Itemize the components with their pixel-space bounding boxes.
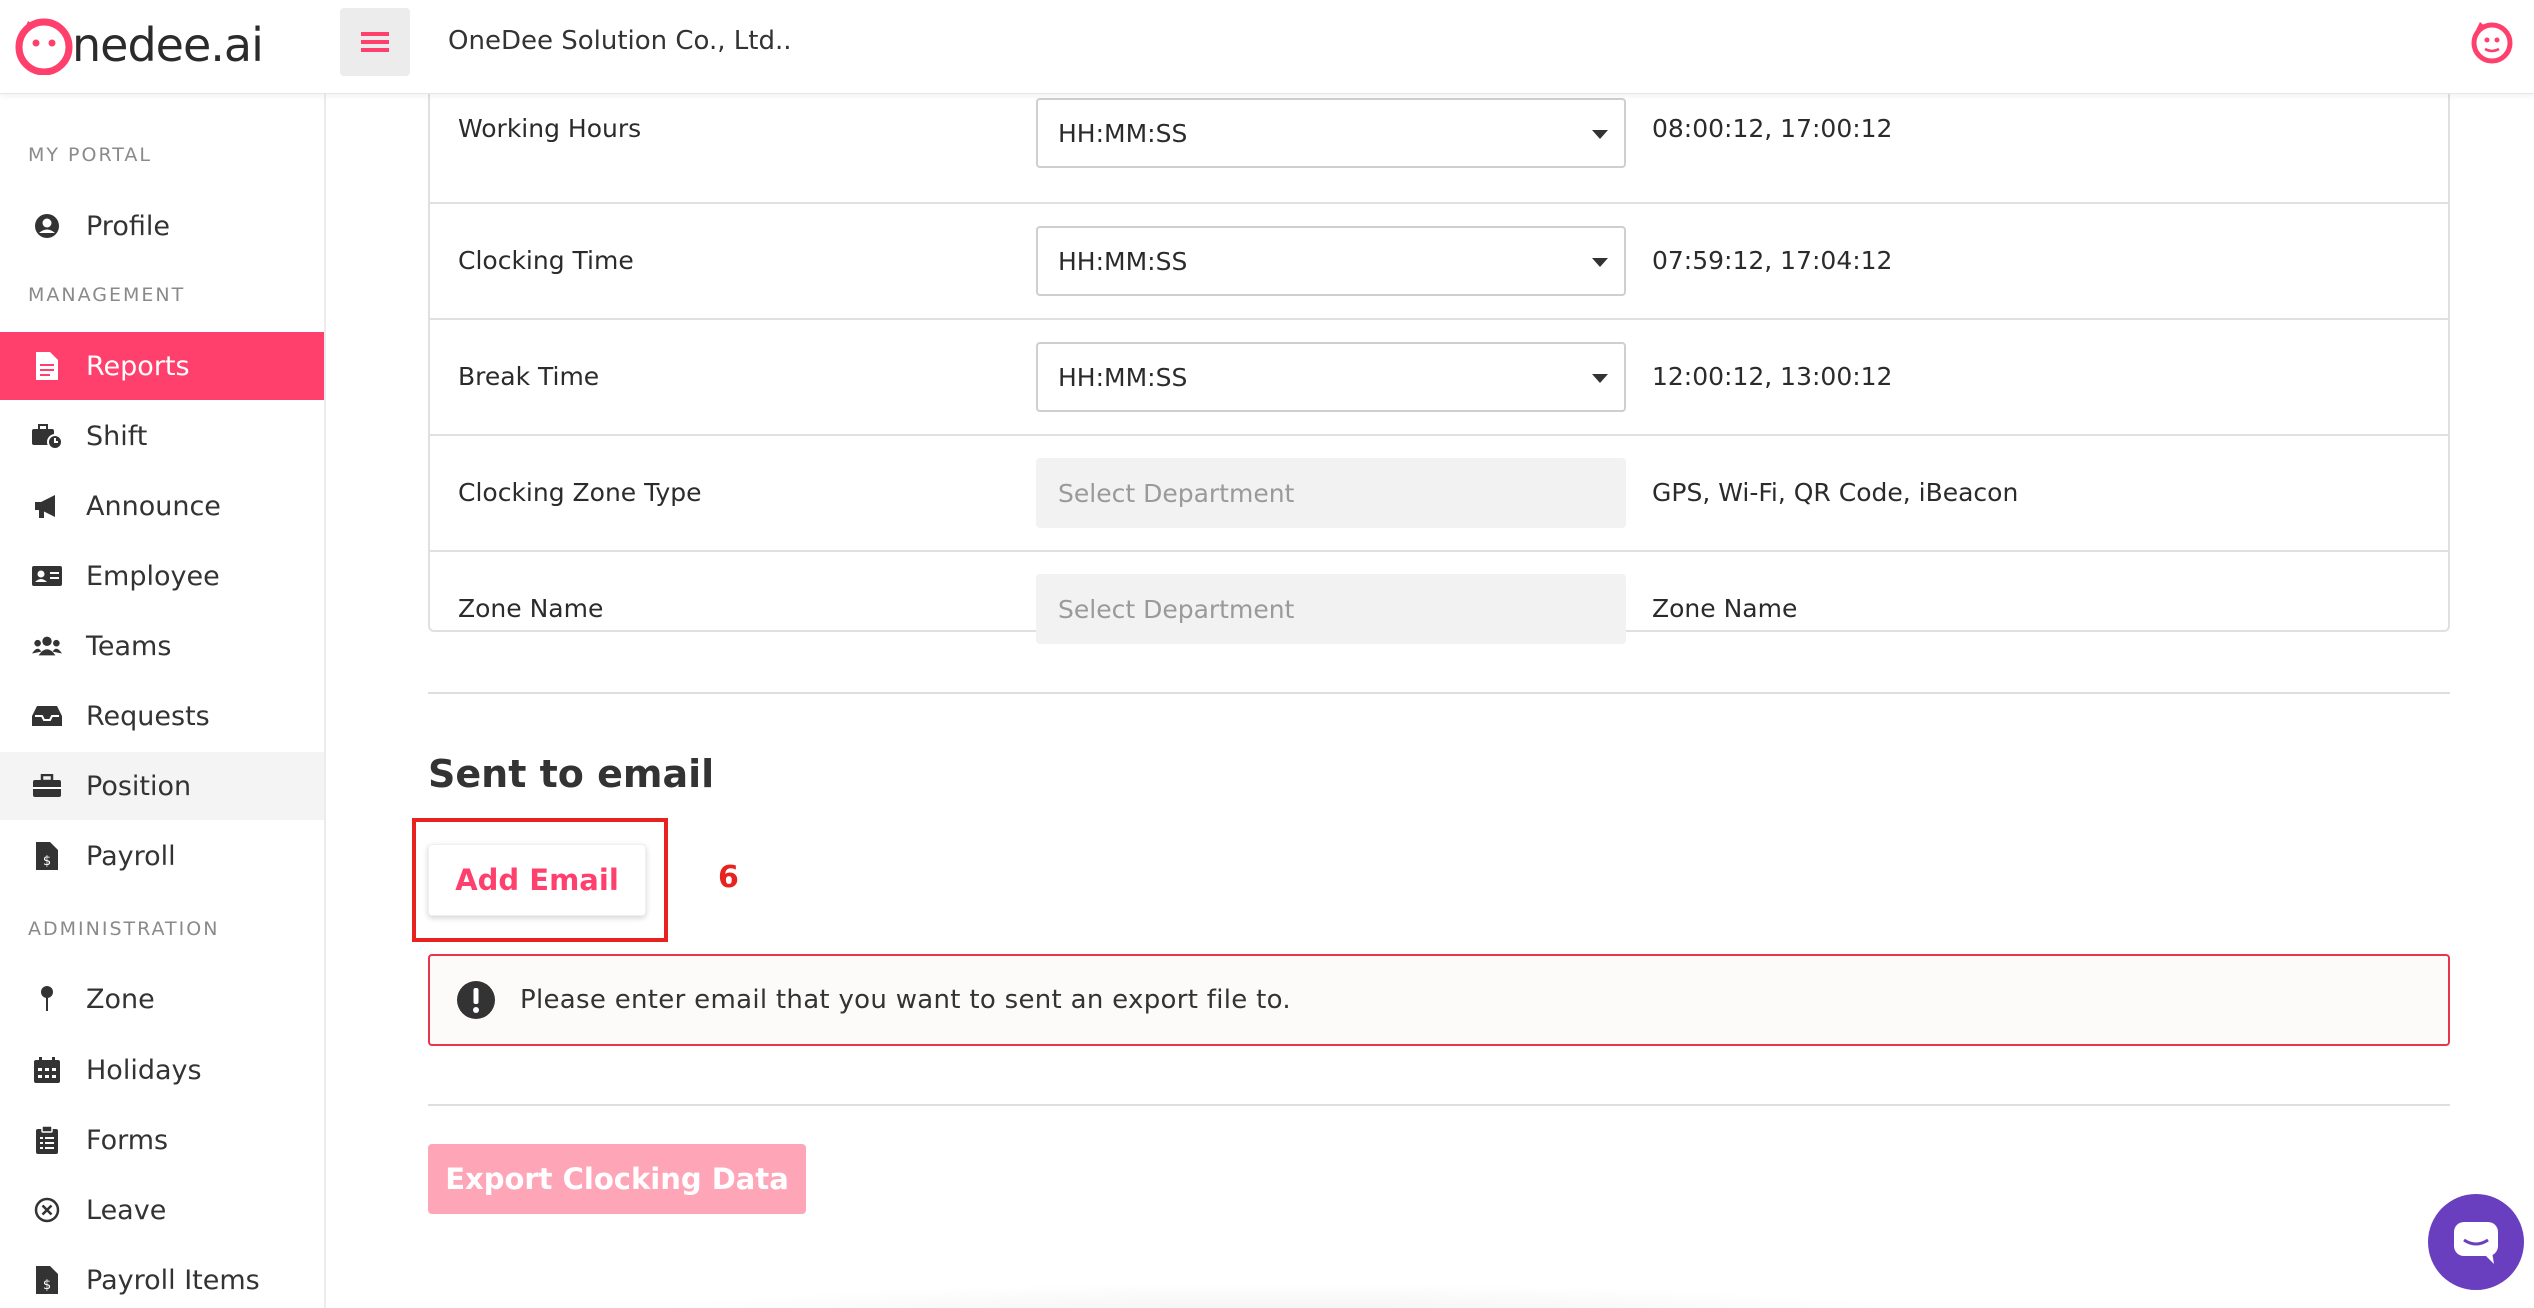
email-alert: Please enter email that you want to sent… <box>428 954 2450 1046</box>
alert-message: Please enter email that you want to sent… <box>520 985 1291 1015</box>
sidebar-item-requests[interactable]: Requests <box>0 682 324 750</box>
sidebar-item-label: Reports <box>86 350 190 382</box>
row-value: 12:00:12, 13:00:12 <box>1652 362 1893 391</box>
inbox-icon <box>32 701 62 731</box>
break-time-select[interactable]: HH:MM:SS <box>1036 342 1626 412</box>
users-icon <box>32 631 62 661</box>
working-hours-select[interactable]: HH:MM:SS <box>1036 98 1626 168</box>
sidebar-item-label: Payroll <box>86 840 176 872</box>
svg-text:$: $ <box>43 1278 51 1293</box>
sidebar-item-profile[interactable]: Profile <box>0 192 324 260</box>
table-row: Zone Name Select Department Zone Name <box>430 552 2448 644</box>
row-label: Zone Name <box>458 594 604 623</box>
svg-text:$: $ <box>43 854 51 869</box>
select-value: HH:MM:SS <box>1058 246 1188 276</box>
section-title-my-portal: MY PORTAL <box>28 144 152 166</box>
section-title-management: MANAGEMENT <box>28 284 186 306</box>
divider <box>428 1104 2450 1106</box>
select-placeholder: Select Department <box>1058 594 1295 624</box>
sidebar-item-label: Shift <box>86 420 148 452</box>
sidebar-item-position[interactable]: Position <box>0 752 324 820</box>
sidebar-item-holidays[interactable]: Holidays <box>0 1036 324 1104</box>
sidebar-item-label: Holidays <box>86 1054 202 1086</box>
top-bar: nedee.ai OneDee Solution Co., Ltd.. <box>0 0 2534 94</box>
bottom-shadow <box>588 1282 1968 1308</box>
logo-text: nedee.ai <box>72 18 264 72</box>
exclamation-circle-icon <box>457 981 495 1019</box>
select-value: HH:MM:SS <box>1058 362 1188 392</box>
step-marker: 6 <box>718 860 739 895</box>
hamburger-icon <box>361 32 389 52</box>
user-circle-icon <box>32 211 62 241</box>
sidebar-item-label: Profile <box>86 210 170 242</box>
sidebar-item-shift[interactable]: Shift <box>0 402 324 470</box>
sidebar-item-reports[interactable]: Reports <box>0 332 324 400</box>
divider <box>428 692 2450 694</box>
calendar-icon <box>32 1055 62 1085</box>
file-dollar-icon: $ <box>32 1265 62 1295</box>
sidebar-item-label: Zone <box>86 983 155 1015</box>
caret-down-icon <box>1592 374 1608 383</box>
row-value: Zone Name <box>1652 594 1798 623</box>
briefcase-clock-icon <box>32 421 62 451</box>
sidebar-item-label: Announce <box>86 490 221 522</box>
id-card-icon <box>32 561 62 591</box>
sent-to-email-heading: Sent to email <box>428 752 715 796</box>
pin-icon <box>32 984 62 1014</box>
sidebar-item-leave[interactable]: Leave <box>0 1176 324 1244</box>
add-email-button[interactable]: Add Email <box>428 844 646 916</box>
table-row: Clocking Time HH:MM:SS 07:59:12, 17:04:1… <box>430 204 2448 320</box>
sidebar-item-zone[interactable]: Zone <box>0 965 324 1033</box>
user-avatar-icon[interactable] <box>2470 20 2514 64</box>
row-label: Break Time <box>458 362 600 391</box>
file-icon <box>32 351 62 381</box>
clocking-time-select[interactable]: HH:MM:SS <box>1036 226 1626 296</box>
sidebar-item-payroll[interactable]: $ Payroll <box>0 822 324 890</box>
select-placeholder: Select Department <box>1058 478 1295 508</box>
sidebar-item-label: Requests <box>86 700 210 732</box>
row-value: 08:00:12, 17:00:12 <box>1652 114 1893 143</box>
chat-button[interactable] <box>2428 1194 2524 1290</box>
table-row: Working Hours HH:MM:SS 08:00:12, 17:00:1… <box>430 84 2448 204</box>
report-settings-table: Working Hours HH:MM:SS 08:00:12, 17:00:1… <box>428 84 2450 644</box>
sidebar-item-label: Position <box>86 770 192 802</box>
briefcase-icon <box>32 771 62 801</box>
export-clocking-data-button[interactable]: Export Clocking Data <box>428 1144 806 1214</box>
caret-down-icon <box>1592 130 1608 139</box>
megaphone-icon <box>32 491 62 521</box>
sidebar-item-label: Forms <box>86 1124 169 1156</box>
sidebar-item-payroll-items[interactable]: $ Payroll Items <box>0 1246 324 1308</box>
row-value: GPS, Wi-Fi, QR Code, iBeacon <box>1652 478 2019 507</box>
sidebar-item-label: Employee <box>86 560 220 592</box>
clocking-zone-type-select[interactable]: Select Department <box>1036 458 1626 528</box>
sidebar-item-teams[interactable]: Teams <box>0 612 324 680</box>
chat-bubble-icon <box>2454 1222 2498 1264</box>
caret-down-icon <box>1592 258 1608 267</box>
table-row: Break Time HH:MM:SS 12:00:12, 13:00:12 <box>430 320 2448 436</box>
company-name: OneDee Solution Co., Ltd.. <box>448 26 792 56</box>
sidebar-item-announce[interactable]: Announce <box>0 472 324 540</box>
sidebar-item-label: Leave <box>86 1194 167 1226</box>
sidebar-item-employee[interactable]: Employee <box>0 542 324 610</box>
zone-name-select[interactable]: Select Department <box>1036 574 1626 644</box>
row-value: 07:59:12, 17:04:12 <box>1652 246 1893 275</box>
row-label: Working Hours <box>458 114 642 143</box>
menu-toggle-button[interactable] <box>340 8 410 76</box>
logo-face-icon <box>15 18 73 75</box>
sidebar: MY PORTAL Profile MANAGEMENT Reports Shi… <box>0 94 326 1308</box>
select-value: HH:MM:SS <box>1058 118 1188 148</box>
table-row: Clocking Zone Type Select Department GPS… <box>430 436 2448 552</box>
row-label: Clocking Time <box>458 246 634 275</box>
sidebar-item-label: Teams <box>86 630 172 662</box>
row-label: Clocking Zone Type <box>458 478 702 507</box>
clipboard-icon <box>32 1125 62 1155</box>
sidebar-item-label: Payroll Items <box>86 1264 260 1296</box>
section-title-administration: ADMINISTRATION <box>28 918 220 940</box>
x-circle-icon <box>32 1195 62 1225</box>
logo[interactable]: nedee.ai <box>14 14 264 76</box>
file-dollar-icon: $ <box>32 841 62 871</box>
sidebar-item-forms[interactable]: Forms <box>0 1106 324 1174</box>
